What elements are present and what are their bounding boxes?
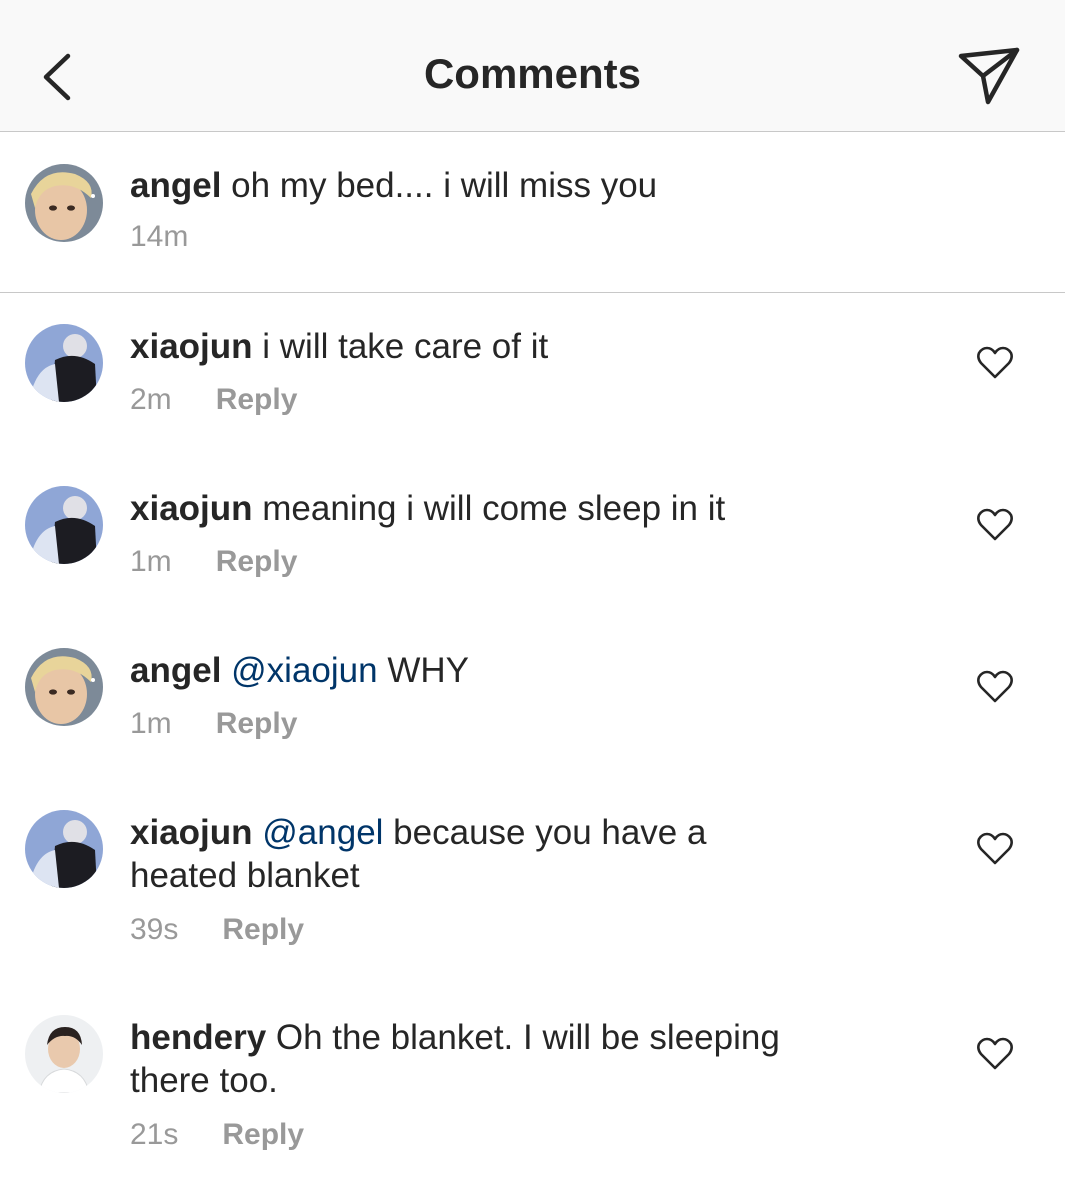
like-button[interactable] [976, 1037, 1014, 1071]
page-title: Comments [423, 50, 642, 97]
comment-text: xiaojun @angel because you have a heated… [130, 811, 890, 897]
timestamp: 2m [130, 383, 172, 416]
caption-row: angel oh my bed.... i will miss you 14m [0, 132, 1065, 293]
comment-body-line2: heated blanket [130, 856, 360, 895]
comment-meta: 21s Reply [130, 1118, 304, 1152]
share-button[interactable] [955, 44, 1025, 108]
username[interactable]: angel [130, 166, 221, 205]
reply-button[interactable]: Reply [222, 913, 304, 946]
comment-body: i will take care of it [262, 327, 549, 366]
comment-text: hendery Oh the blanket. I will be sleepi… [130, 1016, 890, 1102]
timestamp: 1m [130, 545, 172, 578]
header-bar: Comments [0, 0, 1065, 132]
heart-icon [977, 670, 1013, 703]
like-button[interactable] [976, 832, 1014, 866]
username[interactable]: hendery [130, 1018, 266, 1057]
caption-meta: 14m [130, 220, 232, 254]
avatar[interactable] [25, 648, 103, 726]
comment-item: xiaojun meaning i will come sleep in it … [0, 455, 1065, 617]
comment-meta: 1m Reply [130, 707, 297, 741]
reply-button[interactable]: Reply [216, 707, 298, 740]
timestamp: 39s [130, 913, 179, 946]
comment-body: WHY [387, 651, 469, 690]
like-button[interactable] [976, 670, 1014, 704]
avatar[interactable] [25, 324, 103, 402]
heart-icon [977, 832, 1013, 865]
heart-icon [977, 508, 1013, 541]
comment-item: xiaojun @angel because you have a heated… [0, 779, 1065, 984]
comment-meta: 39s Reply [130, 913, 304, 947]
comment-meta: 1m Reply [130, 545, 297, 579]
paper-plane-icon [958, 47, 1020, 105]
mention-link[interactable]: @xiaojun [231, 651, 377, 690]
username[interactable]: xiaojun [130, 489, 253, 528]
comment-item: angel @xiaojun WHY 1m Reply [0, 617, 1065, 779]
reply-button[interactable]: Reply [216, 383, 298, 416]
mention-link[interactable]: @angel [262, 813, 383, 852]
timestamp: 1m [130, 707, 172, 740]
reply-button[interactable]: Reply [216, 545, 298, 578]
username[interactable]: xiaojun [130, 813, 253, 852]
timestamp: 21s [130, 1118, 179, 1151]
heart-icon [977, 346, 1013, 379]
comment-item: xiaojun i will take care of it 2m Reply [0, 293, 1065, 455]
heart-icon [977, 1037, 1013, 1070]
avatar[interactable] [25, 810, 103, 888]
caption-text: angel oh my bed.... i will miss you [130, 164, 890, 207]
username[interactable]: angel [130, 651, 221, 690]
comment-body: meaning i will come sleep in it [262, 489, 726, 528]
avatar[interactable] [25, 164, 103, 242]
comment-body: because you have a [393, 813, 707, 852]
avatar[interactable] [25, 1015, 103, 1093]
like-button[interactable] [976, 346, 1014, 380]
comment-text: angel @xiaojun WHY [130, 649, 890, 692]
comment-body: Oh the blanket. I will be sleeping [275, 1018, 780, 1057]
username[interactable]: xiaojun [130, 327, 253, 366]
caption-body: oh my bed.... i will miss you [231, 166, 658, 205]
comment-body-line2: there too. [130, 1061, 278, 1100]
avatar[interactable] [25, 486, 103, 564]
comment-text: xiaojun i will take care of it [130, 325, 890, 368]
comment-text: xiaojun meaning i will come sleep in it [130, 487, 890, 530]
like-button[interactable] [976, 508, 1014, 542]
comment-meta: 2m Reply [130, 383, 297, 417]
comment-item: hendery Oh the blanket. I will be sleepi… [0, 984, 1065, 1200]
timestamp: 14m [130, 220, 189, 253]
reply-button[interactable]: Reply [222, 1118, 304, 1151]
